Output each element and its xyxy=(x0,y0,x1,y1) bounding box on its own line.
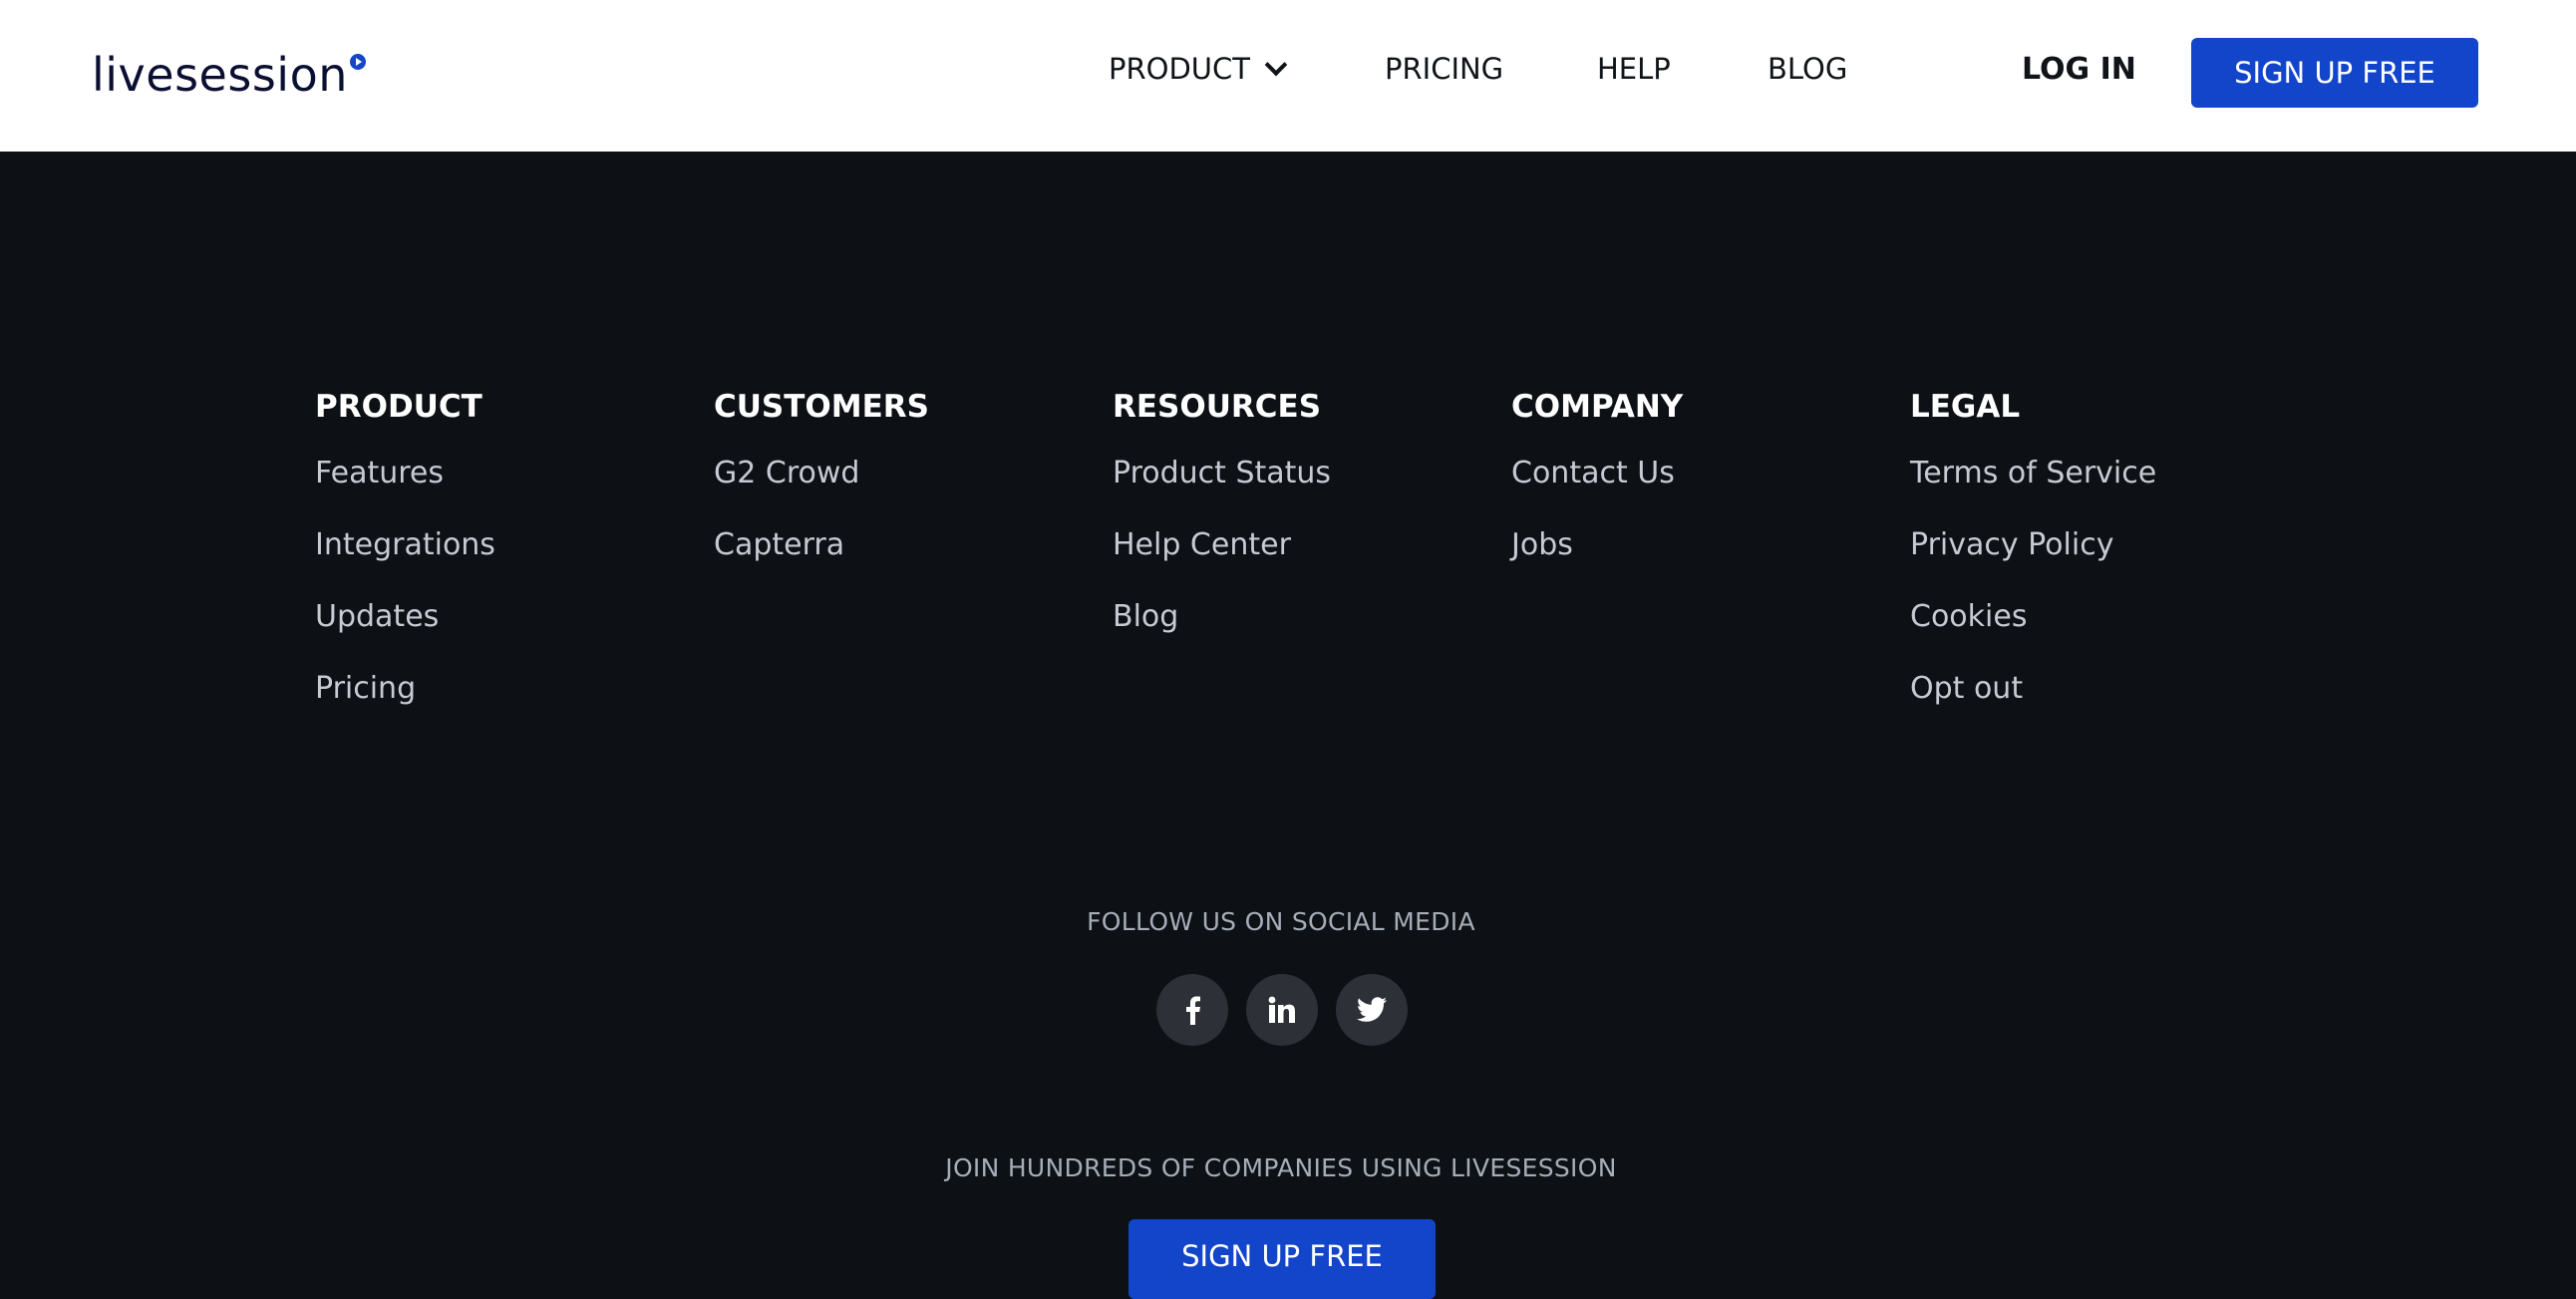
chevron-down-icon xyxy=(1264,53,1288,77)
follow-heading: FOLLOW US ON SOCIAL MEDIA xyxy=(1087,907,1475,936)
logo-play-icon xyxy=(349,54,366,70)
column-title: COMPANY xyxy=(1511,389,1684,425)
footer-link-jobs[interactable]: Jobs xyxy=(1511,528,1683,600)
footer-link-privacy[interactable]: Privacy Policy xyxy=(1910,528,2156,600)
footer-link-product-status[interactable]: Product Status xyxy=(1113,457,1331,528)
footer-link-cookies[interactable]: Cookies xyxy=(1910,600,2156,672)
footer-signup-button[interactable]: SIGN UP FREE xyxy=(1128,1219,1436,1299)
footer-link-blog[interactable]: Blog xyxy=(1113,600,1331,672)
footer-link-contact-us[interactable]: Contact Us xyxy=(1511,457,1683,528)
facebook-button[interactable] xyxy=(1156,974,1228,1046)
nav-blog[interactable]: BLOG xyxy=(1768,52,1847,86)
column-title: LEGAL xyxy=(1910,389,2021,425)
signup-button[interactable]: SIGN UP FREE xyxy=(2191,38,2478,108)
footer-column-company: COMPANY Contact Us Jobs xyxy=(1511,389,1683,600)
nav-product-label: PRODUCT xyxy=(1109,52,1250,86)
facebook-icon xyxy=(1186,996,1200,1025)
linkedin-button[interactable] xyxy=(1246,974,1318,1046)
footer-link-pricing[interactable]: Pricing xyxy=(315,672,495,744)
column-title: PRODUCT xyxy=(315,389,483,425)
footer-link-terms[interactable]: Terms of Service xyxy=(1910,457,2156,528)
social-links xyxy=(1156,974,1408,1046)
footer-link-capterra[interactable]: Capterra xyxy=(714,528,929,600)
column-title: CUSTOMERS xyxy=(714,389,929,425)
logo-text: livesession xyxy=(92,48,348,102)
nav-pricing[interactable]: PRICING xyxy=(1385,52,1503,86)
footer-column-product: PRODUCT Features Integrations Updates Pr… xyxy=(315,389,495,744)
column-title: RESOURCES xyxy=(1113,389,1322,425)
footer-link-opt-out[interactable]: Opt out xyxy=(1910,672,2156,744)
footer-link-g2-crowd[interactable]: G2 Crowd xyxy=(714,457,929,528)
linkedin-icon xyxy=(1268,996,1295,1023)
site-header: livesession PRODUCT PRICING HELP BLOG LO… xyxy=(0,0,2576,152)
footer-link-help-center[interactable]: Help Center xyxy=(1113,528,1331,600)
join-heading: JOIN HUNDREDS OF COMPANIES USING LIVESES… xyxy=(945,1153,1617,1182)
footer-column-legal: LEGAL Terms of Service Privacy Policy Co… xyxy=(1910,389,2156,744)
twitter-button[interactable] xyxy=(1336,974,1408,1046)
footer-column-customers: CUSTOMERS G2 Crowd Capterra xyxy=(714,389,929,600)
footer-link-integrations[interactable]: Integrations xyxy=(315,528,495,600)
nav-help[interactable]: HELP xyxy=(1597,52,1671,86)
logo[interactable]: livesession xyxy=(92,48,366,102)
login-link[interactable]: LOG IN xyxy=(2022,52,2136,87)
footer-link-features[interactable]: Features xyxy=(315,457,495,528)
footer-column-resources: RESOURCES Product Status Help Center Blo… xyxy=(1113,389,1331,672)
nav-product[interactable]: PRODUCT xyxy=(1109,52,1288,86)
twitter-icon xyxy=(1357,997,1387,1022)
footer-link-updates[interactable]: Updates xyxy=(315,600,495,672)
